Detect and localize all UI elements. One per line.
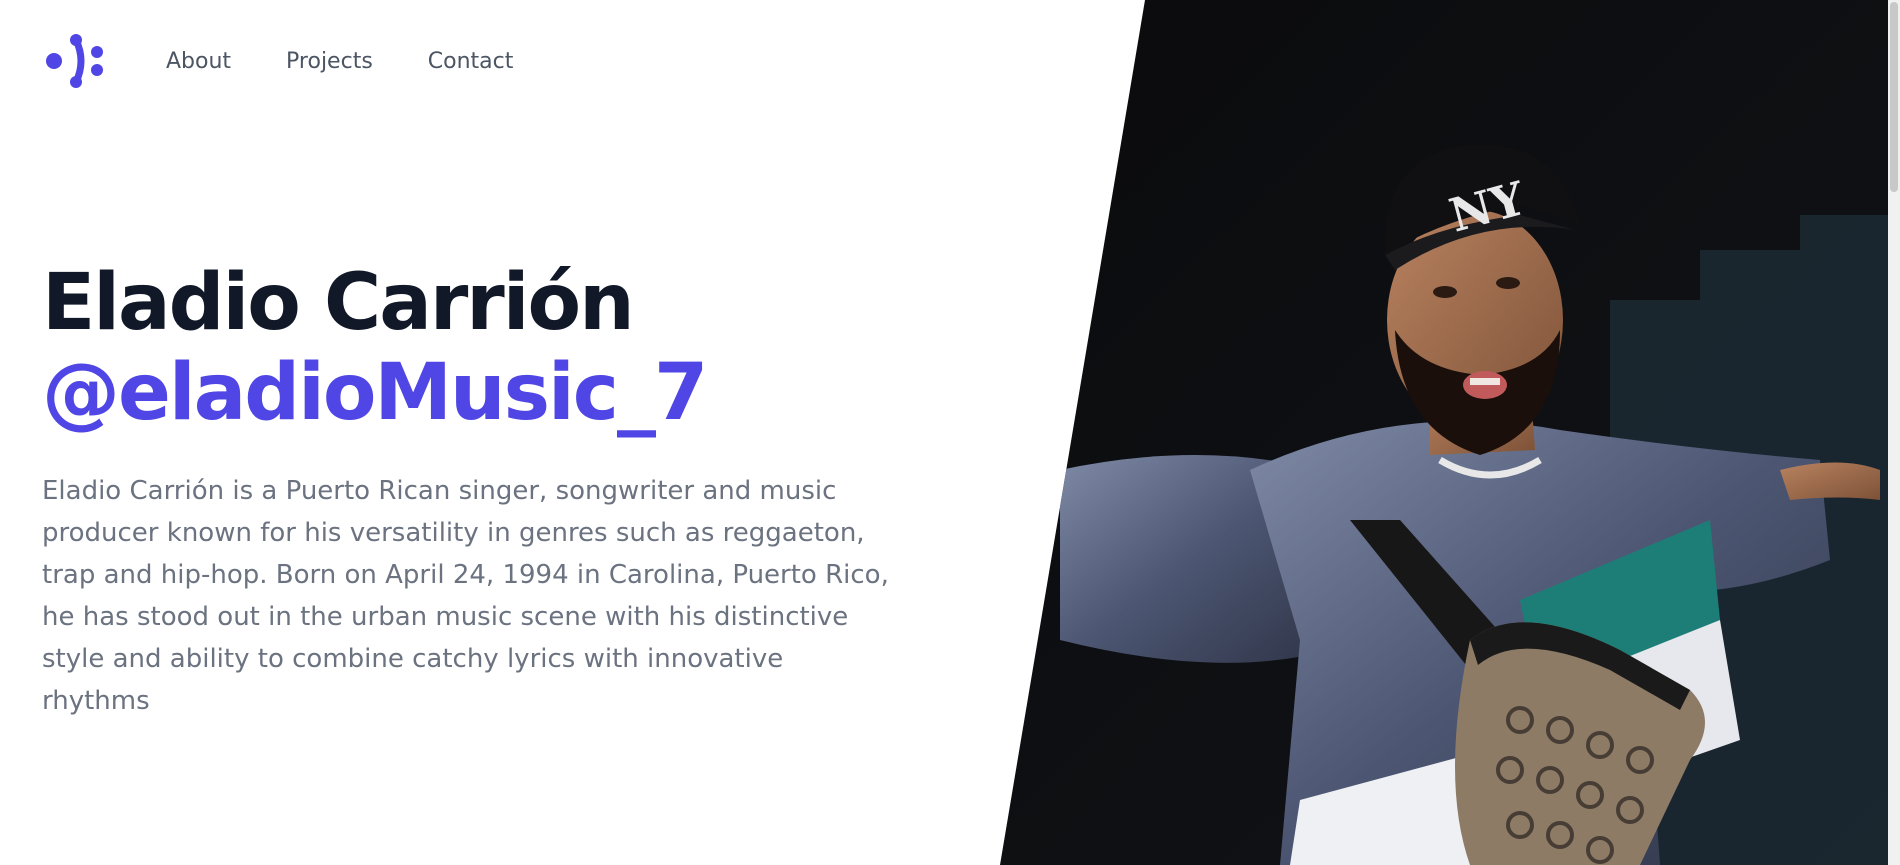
artist-photo: NY — [1000, 0, 1900, 865]
artist-photo-image: NY — [1000, 0, 1900, 865]
nav-links: About Projects Contact — [166, 49, 568, 74]
page: About Projects Contact Eladio Carrión @e… — [0, 0, 1900, 865]
artist-handle[interactable]: @eladioMusic_7 — [42, 348, 922, 438]
hero-title: Eladio Carrión @eladioMusic_7 — [42, 258, 922, 438]
nav-link-about[interactable]: About — [166, 49, 231, 74]
top-nav: About Projects Contact — [42, 30, 568, 92]
hero-section: Eladio Carrión @eladioMusic_7 Eladio Car… — [42, 258, 922, 722]
nav-link-contact[interactable]: Contact — [428, 49, 514, 74]
page-scrollbar[interactable] — [1888, 0, 1900, 865]
scrollbar-thumb[interactable] — [1890, 2, 1898, 192]
artist-name: Eladio Carrión — [42, 258, 635, 348]
artist-bio: Eladio Carrión is a Puerto Rican singer,… — [42, 470, 902, 722]
artist-bio-text: Eladio Carrión is a Puerto Rican singer,… — [42, 476, 889, 716]
nav-link-projects[interactable]: Projects — [286, 49, 373, 74]
dots-logo-icon[interactable] — [42, 30, 106, 92]
